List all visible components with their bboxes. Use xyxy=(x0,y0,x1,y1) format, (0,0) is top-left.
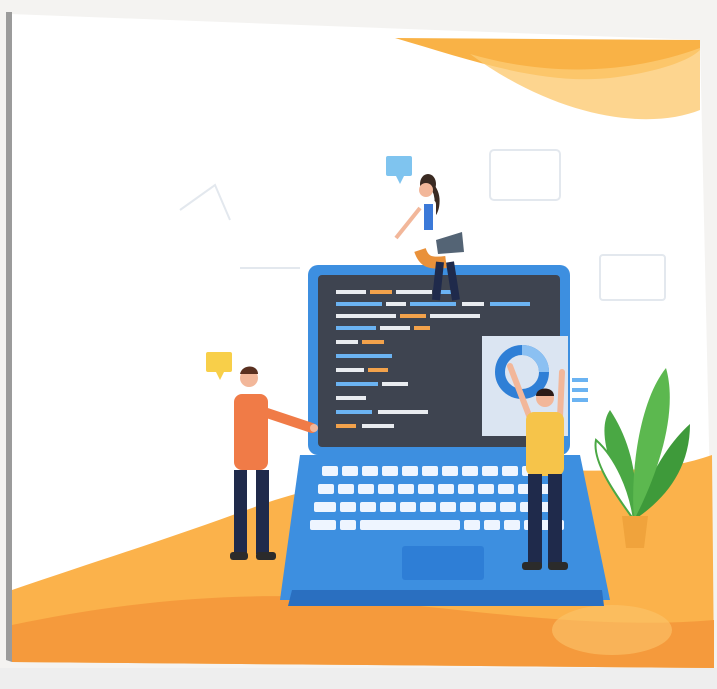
key xyxy=(402,466,418,476)
shirt xyxy=(234,394,268,470)
bottom-strip xyxy=(0,668,717,689)
key xyxy=(358,484,374,494)
shoe xyxy=(548,562,568,570)
key xyxy=(478,484,494,494)
code-line xyxy=(336,354,392,358)
leg xyxy=(528,474,542,566)
chart-legend-bar xyxy=(572,388,588,392)
shirt xyxy=(526,412,564,476)
plant-pot xyxy=(622,516,648,548)
key xyxy=(440,502,456,512)
laptop-base-edge xyxy=(288,590,604,606)
code-line xyxy=(336,290,366,294)
key xyxy=(458,484,474,494)
key xyxy=(464,520,480,530)
key xyxy=(400,502,416,512)
leg xyxy=(234,470,247,554)
shoe xyxy=(522,562,542,570)
chart-legend-bar xyxy=(572,378,588,382)
code-line xyxy=(430,314,480,318)
key xyxy=(438,484,454,494)
key xyxy=(340,502,356,512)
code-line xyxy=(368,368,388,372)
face xyxy=(419,183,433,197)
key xyxy=(340,520,356,530)
speech-bubble-blue xyxy=(386,156,412,176)
code-line xyxy=(370,290,392,294)
code-line xyxy=(336,382,378,386)
code-line xyxy=(362,340,384,344)
code-line xyxy=(490,302,530,306)
key xyxy=(460,502,476,512)
key xyxy=(502,466,518,476)
hand xyxy=(310,424,318,432)
illustration-frame xyxy=(0,0,717,689)
key xyxy=(484,520,500,530)
code-line xyxy=(362,424,394,428)
chart-legend-bar xyxy=(572,398,588,402)
key xyxy=(422,466,438,476)
code-line xyxy=(336,314,396,318)
code-line xyxy=(386,302,406,306)
code-line xyxy=(396,290,432,294)
shoe xyxy=(230,552,248,560)
code-line xyxy=(336,340,358,344)
key xyxy=(482,466,498,476)
key xyxy=(498,484,514,494)
shoe xyxy=(256,552,276,560)
key xyxy=(318,484,334,494)
code-line xyxy=(336,396,366,400)
key xyxy=(338,484,354,494)
ground-highlight xyxy=(552,605,672,655)
code-line xyxy=(336,424,356,428)
code-line xyxy=(336,326,376,330)
key xyxy=(360,502,376,512)
key xyxy=(378,484,394,494)
key xyxy=(382,466,398,476)
key xyxy=(480,502,496,512)
code-line xyxy=(378,410,428,414)
code-line xyxy=(400,314,426,318)
key xyxy=(310,520,336,530)
key xyxy=(442,466,458,476)
arm xyxy=(557,369,565,421)
illustration-canvas xyxy=(0,0,717,689)
key xyxy=(398,484,414,494)
code-line xyxy=(410,302,456,306)
key xyxy=(342,466,358,476)
key xyxy=(322,466,338,476)
key xyxy=(380,502,396,512)
key xyxy=(504,520,520,530)
trackpad xyxy=(402,546,484,580)
speech-bubble-yellow xyxy=(206,352,232,372)
key xyxy=(418,484,434,494)
spacebar-key xyxy=(360,520,460,530)
leg xyxy=(256,470,269,554)
code-line xyxy=(336,368,364,372)
code-line xyxy=(336,410,372,414)
key xyxy=(362,466,378,476)
vest xyxy=(424,204,433,230)
canvas-left-edge xyxy=(6,12,12,662)
key xyxy=(462,466,478,476)
leg xyxy=(432,261,444,301)
key xyxy=(500,502,516,512)
leg xyxy=(548,474,562,566)
code-line xyxy=(462,302,484,306)
key xyxy=(420,502,436,512)
key xyxy=(314,502,336,512)
code-line xyxy=(336,302,382,306)
code-line xyxy=(414,326,430,330)
code-line xyxy=(382,382,408,386)
code-line xyxy=(380,326,410,330)
